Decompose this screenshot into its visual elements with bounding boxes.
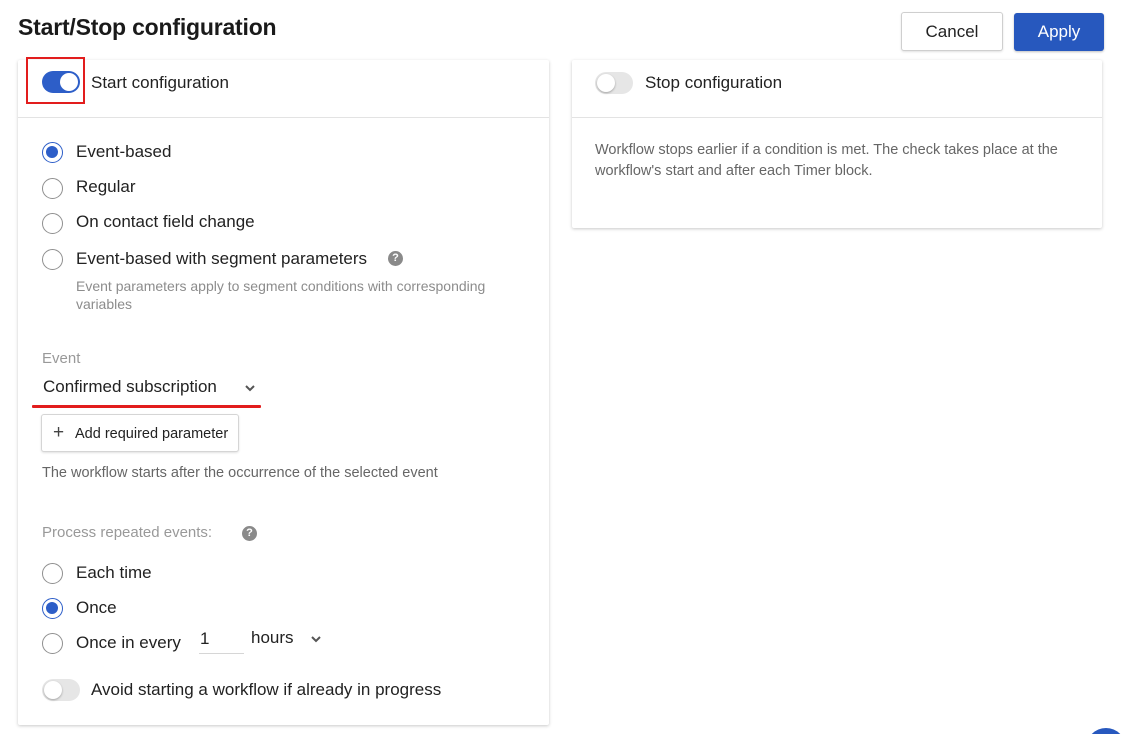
radio-label-once-in-every: Once in every [76,633,181,652]
radio-label-once: Once [76,598,117,617]
help-icon[interactable]: ? [242,526,257,541]
event-highlight-underline [32,405,261,408]
segment-parameters-hint: Event parameters apply to segment condit… [76,278,486,312]
stop-configuration-panel: Stop configuration Workflow stops earlie… [572,60,1102,228]
radio-label-contact-field-change: On contact field change [76,212,255,231]
floating-action-button[interactable] [1086,728,1126,734]
event-select[interactable]: Confirmed subscription [43,377,217,397]
stop-configuration-toggle[interactable] [595,72,633,94]
radio-label-regular: Regular [76,177,136,196]
page-title: Start/Stop configuration [18,14,277,40]
plus-icon: + [53,422,65,443]
add-required-parameter-button[interactable]: + Add required parameter [41,414,239,452]
stop-panel-header: Stop configuration [572,60,1102,118]
radio-each-time[interactable] [42,563,63,584]
interval-input[interactable] [199,624,244,654]
avoid-duplicate-toggle[interactable] [42,679,80,701]
radio-contact-field-change[interactable] [42,213,63,234]
radio-event-based[interactable] [42,142,63,163]
apply-button[interactable]: Apply [1014,13,1104,51]
radio-label-event-based: Event-based [76,142,172,161]
repeat-events-label: Process repeated events: [42,524,213,541]
event-field-label: Event [42,350,81,367]
radio-label-segment-parameters: Event-based with segment parameters [76,249,368,268]
start-configuration-panel: Start configuration Event-based Regular … [18,57,549,725]
help-icon[interactable]: ? [388,251,403,266]
chevron-down-icon[interactable] [244,382,256,394]
radio-once-in-every[interactable] [42,633,63,654]
chevron-down-icon[interactable] [310,633,322,645]
radio-segment-parameters[interactable] [42,249,63,270]
stop-configuration-label: Stop configuration [645,73,783,92]
cancel-button[interactable]: Cancel [901,12,1003,51]
radio-label-each-time: Each time [76,563,152,582]
radio-once[interactable] [42,598,63,619]
radio-regular[interactable] [42,178,63,199]
stop-description: Workflow stops earlier if a condition is… [595,142,1058,179]
interval-unit-select[interactable]: hours [251,628,294,648]
avoid-duplicate-label: Avoid starting a workflow if already in … [91,680,442,699]
toggle-highlight-box [26,57,85,104]
start-configuration-label: Start configuration [91,73,229,92]
start-panel-header: Start configuration [18,57,549,118]
event-description: The workflow starts after the occurrence… [42,465,438,481]
add-required-parameter-label: Add required parameter [75,426,229,442]
